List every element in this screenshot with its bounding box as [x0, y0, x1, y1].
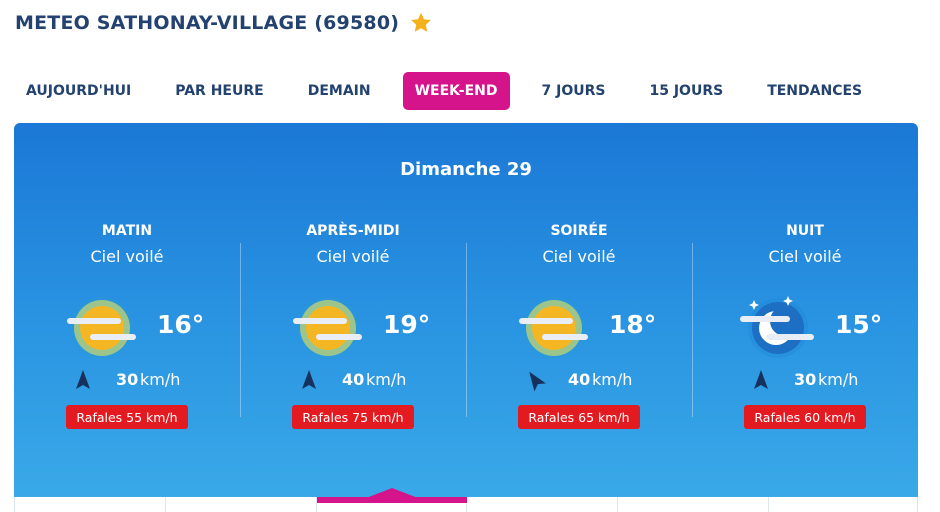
wind-direction-arrow-icon: [76, 370, 90, 389]
tab-15-jours[interactable]: 15 JOURS: [637, 72, 735, 110]
day-selector-item[interactable]: [15, 497, 166, 512]
weather-condition: Ciel voilé: [768, 247, 842, 266]
temperature: 16°: [157, 310, 205, 339]
gust-badge: Rafales 65 km/h: [518, 405, 640, 429]
weather-condition: Ciel voilé: [316, 247, 390, 266]
gust-badge: Rafales 55 km/h: [66, 405, 188, 429]
forecast-tabs: AUJOURD'HUI PAR HEURE DEMAIN WEEK-END 7 …: [14, 72, 894, 110]
period-evening: SOIRÉE Ciel voilé 18° 40 km/h Rafales 65…: [466, 219, 692, 449]
wind-row: 30 km/h: [14, 367, 240, 391]
tab-7-jours[interactable]: 7 JOURS: [530, 72, 618, 110]
page-title: METEO SATHONAY-VILLAGE (69580): [15, 12, 400, 34]
period-name: NUIT: [786, 223, 824, 239]
wind-unit: km/h: [140, 370, 181, 389]
wind-speed: 40: [568, 370, 591, 389]
forecast-panel: Dimanche 29 MATIN Ciel voilé 16° 30 km/h…: [14, 123, 918, 499]
temperature: 18°: [609, 310, 657, 339]
veiled-moon-icon: [740, 296, 814, 358]
temperature: 19°: [383, 310, 431, 339]
tab-week-end[interactable]: WEEK-END: [402, 72, 510, 110]
day-title: Dimanche 29: [400, 159, 532, 180]
day-selector-item[interactable]: [467, 497, 618, 512]
active-day-pointer: [366, 488, 418, 498]
period-morning: MATIN Ciel voilé 16° 30 km/h Rafales 55 …: [14, 219, 240, 449]
day-selector-item[interactable]: [618, 497, 769, 512]
tab-aujourdhui[interactable]: AUJOURD'HUI: [14, 72, 143, 110]
gust-badge: Rafales 75 km/h: [292, 405, 414, 429]
day-selector-item[interactable]: [166, 497, 317, 512]
title-row: METEO SATHONAY-VILLAGE (69580): [15, 8, 433, 38]
temperature: 15°: [835, 310, 883, 339]
tab-par-heure[interactable]: PAR HEURE: [163, 72, 275, 110]
gust-badge: Rafales 60 km/h: [744, 405, 866, 429]
tab-demain[interactable]: DEMAIN: [296, 72, 383, 110]
tab-tendances[interactable]: TENDANCES: [755, 72, 874, 110]
wind-direction-arrow-icon: [754, 370, 768, 389]
wind-speed: 30: [116, 370, 139, 389]
wind-direction-arrow-icon: [302, 370, 316, 389]
wind-direction-arrow-icon: [529, 371, 546, 392]
wind-unit: km/h: [818, 370, 859, 389]
period-name: MATIN: [101, 223, 153, 239]
veiled-sun-icon: [293, 297, 362, 359]
wind-speed: 30: [794, 370, 817, 389]
period-name: SOIRÉE: [550, 223, 608, 239]
period-name: APRÈS-MIDI: [306, 223, 400, 239]
weather-condition: Ciel voilé: [542, 247, 616, 266]
wind-row: 40 km/h: [240, 367, 466, 391]
wind-row: 40 km/h: [466, 367, 692, 392]
period-night: NUIT Ciel voilé 15° 30 km/h Rafales 60 k…: [692, 219, 918, 449]
wind-row: 30 km/h: [692, 367, 918, 391]
wind-speed: 40: [342, 370, 365, 389]
veiled-sun-icon: [67, 297, 136, 359]
star-icon[interactable]: [409, 11, 433, 35]
weather-condition: Ciel voilé: [90, 247, 164, 266]
period-afternoon: APRÈS-MIDI Ciel voilé 19° 40 km/h Rafale…: [240, 219, 466, 449]
veiled-sun-icon: [519, 297, 588, 359]
day-selector-strip: [14, 488, 918, 512]
wind-unit: km/h: [366, 370, 407, 389]
wind-unit: km/h: [592, 370, 633, 389]
